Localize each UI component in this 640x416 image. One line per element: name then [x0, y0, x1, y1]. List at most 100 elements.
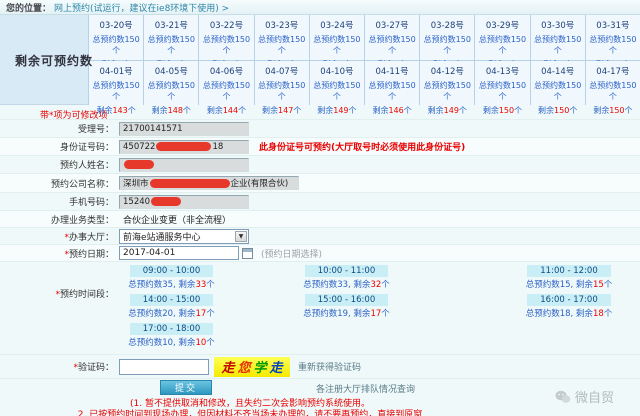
- id-card-value-prefix: 450722: [123, 142, 155, 152]
- calendar-day-cell[interactable]: 03-22号总预约数150个剩余0个: [199, 15, 253, 60]
- calendar-day-date: 04-06号: [199, 65, 253, 77]
- phone-field[interactable]: 15240: [119, 195, 249, 209]
- calendar-day-total: 总预约数150个: [255, 80, 309, 102]
- calendar-day-cell[interactable]: 03-31号总预约数150个剩余21个: [586, 15, 640, 60]
- captcha-char: 学: [254, 357, 267, 376]
- calendar-day-remaining: 剩余148个: [144, 105, 198, 116]
- redaction-mark: [156, 142, 211, 151]
- form-row-hall: *办事大厅： 前海e站通服务中心 ▼: [0, 227, 640, 244]
- remaining-count: 150: [609, 106, 624, 115]
- calendar-day-cell[interactable]: 04-01号总预约数150个剩余143个: [89, 61, 143, 106]
- calendar-day-cell[interactable]: 03-27号总预约数150个剩余0个: [365, 15, 419, 60]
- calendar-day-cell[interactable]: 03-29号总预约数150个剩余0个: [475, 15, 529, 60]
- calendar-day-cell[interactable]: 03-21号总预约数150个剩余0个: [144, 15, 198, 60]
- time-slot-remaining: 10: [195, 338, 206, 348]
- id-card-field[interactable]: 450722 18: [119, 140, 249, 154]
- captcha-refresh-link[interactable]: 重新获得验证码: [298, 360, 361, 373]
- hall-label: *办事大厅：: [0, 230, 114, 243]
- time-slot: 14:00 - 15:00总预约数20, 剩余17个: [114, 294, 229, 319]
- breadcrumb-prefix: 您的位置：: [6, 1, 51, 14]
- time-slot-button[interactable]: 11:00 - 12:00: [527, 265, 610, 277]
- calendar-day-date: 03-29号: [475, 19, 529, 31]
- chevron-down-icon[interactable]: ▼: [235, 231, 247, 242]
- date-input[interactable]: 2017-04-01: [119, 246, 239, 260]
- calendar-day-date: 03-24号: [310, 19, 364, 31]
- time-slot-info: 总预约数10, 剩余10个: [114, 336, 229, 348]
- time-slot-button[interactable]: 16:00 - 17:00: [527, 294, 610, 306]
- remaining-count: 146: [388, 106, 403, 115]
- form-row-company: 预约公司名称： 深圳市 企业(有限合伙): [0, 173, 640, 192]
- calendar-day-cell[interactable]: 03-23号总预约数150个剩余0个: [255, 15, 309, 60]
- id-card-note: 此身份证号可预约(大厅取号时必须使用此身份证号): [259, 140, 465, 153]
- time-slot-info: 总预约数33, 剩余32个: [229, 278, 464, 290]
- calendar-day-remaining: 剩余143个: [89, 105, 143, 116]
- time-slot-button[interactable]: 14:00 - 15:00: [130, 294, 213, 306]
- breadcrumb-link[interactable]: 网上预约(试运行，建议在ie8环境下使用) >: [54, 1, 229, 14]
- warning-note-line: (1. 暂不提供取消和修改，且失约二次会影响预约系统使用。: [0, 399, 500, 410]
- time-slot-button[interactable]: 17:00 - 18:00: [130, 323, 213, 335]
- company-label: 预约公司名称：: [0, 177, 114, 190]
- captcha-input[interactable]: [119, 359, 209, 375]
- calendar-day-total: 总预约数150个: [420, 34, 474, 56]
- warning-notes: (1. 暂不提供取消和修改，且失约二次会影响预约系统使用。2. 已按预约时间到现…: [0, 399, 500, 416]
- slots-label: *预约时间段：: [0, 265, 114, 300]
- calendar-day-total: 总预约数150个: [310, 80, 364, 102]
- calendar-day-cell[interactable]: 04-10号总预约数150个剩余149个: [310, 61, 364, 106]
- calendar-day-cell[interactable]: 03-24号总预约数150个剩余0个: [310, 15, 364, 60]
- remaining-count: 144: [223, 106, 238, 115]
- calendar-day-cell[interactable]: 04-12号总预约数150个剩余149个: [420, 61, 474, 106]
- calendar-day-cell[interactable]: 04-11号总预约数150个剩余146个: [365, 61, 419, 106]
- id-card-label: 身份证号码：: [0, 140, 114, 153]
- calendar-day-total: 总预约数150个: [365, 80, 419, 102]
- time-slot: 11:00 - 12:00总预约数15, 剩余15个: [464, 265, 640, 290]
- remaining-count: 150: [499, 106, 514, 115]
- redaction-mark: [150, 179, 230, 188]
- time-slot-info: 总预约数19, 剩余17个: [229, 307, 464, 319]
- calendar-day-cell[interactable]: 04-06号总预约数150个剩余144个: [199, 61, 253, 106]
- name-field[interactable]: [119, 158, 249, 172]
- calendar-day-total: 总预约数150个: [310, 34, 364, 56]
- captcha-char: 走: [221, 357, 234, 376]
- company-field[interactable]: 深圳市 企业(有限合伙): [119, 176, 299, 190]
- calendar-day-cell[interactable]: 04-05号总预约数150个剩余148个: [144, 61, 198, 106]
- calendar-day-cell[interactable]: 04-07号总预约数150个剩余147个: [255, 61, 309, 106]
- submit-button[interactable]: 提交: [160, 380, 212, 395]
- accept-no-field[interactable]: 21700141571: [119, 122, 249, 136]
- calendar-day-cell[interactable]: 03-30号总预约数150个剩余0个: [531, 15, 585, 60]
- calendar-day-cell[interactable]: 04-14号总预约数150个剩余150个: [531, 61, 585, 106]
- captcha-image[interactable]: 走您学走: [214, 357, 290, 377]
- redaction-mark: [124, 160, 154, 169]
- calendar-day-cell[interactable]: 03-20号总预约数150个剩余0个: [89, 15, 143, 60]
- appointment-page: 您的位置： 网上预约(试运行，建议在ie8环境下使用) > 剩余可预约数 03-…: [0, 0, 640, 416]
- name-label: 预约人姓名：: [0, 158, 114, 171]
- time-slot-info: 总预约数35, 剩余33个: [114, 278, 229, 290]
- calendar-day-total: 总预约数150个: [255, 34, 309, 56]
- calendar-day-cell[interactable]: 04-13号总预约数150个剩余150个: [475, 61, 529, 106]
- calendar-day-date: 04-12号: [420, 65, 474, 77]
- hall-select[interactable]: 前海e站通服务中心 ▼: [119, 229, 249, 244]
- time-slot-info: 总预约数18, 剩余18个: [464, 307, 640, 319]
- accept-no-label: 受理号：: [0, 122, 114, 135]
- calendar-day-cell[interactable]: 04-17号总预约数150个剩余150个: [586, 61, 640, 106]
- calendar-day-date: 03-20号: [89, 19, 143, 31]
- time-slot-button[interactable]: 10:00 - 11:00: [305, 265, 388, 277]
- calendar-day-total: 总预约数150个: [531, 34, 585, 56]
- time-slot-button[interactable]: 09:00 - 10:00: [130, 265, 213, 277]
- calendar-day-date: 03-22号: [199, 19, 253, 31]
- calendar-picker-icon[interactable]: [242, 248, 253, 259]
- time-slot-button[interactable]: 15:00 - 16:00: [305, 294, 388, 306]
- calendar-day-date: 04-14号: [531, 65, 585, 77]
- time-slot: 09:00 - 10:00总预约数35, 剩余33个: [114, 265, 229, 290]
- calendar-day-remaining: 剩余150个: [531, 105, 585, 116]
- hall-selected-value: 前海e站通服务中心: [123, 230, 201, 243]
- queue-status-link[interactable]: 各注册大厅排队情况查询: [316, 382, 415, 395]
- calendar-day-date: 03-27号: [365, 19, 419, 31]
- calendar-day-remaining: 剩余144个: [199, 105, 253, 116]
- time-slot-remaining: 32: [370, 280, 381, 290]
- calendar-day-date: 04-11号: [365, 65, 419, 77]
- calendar-day-total: 总预约数150个: [586, 80, 640, 102]
- calendar-day-cell[interactable]: 03-28号总预约数150个剩余0个: [420, 15, 474, 60]
- calendar-day-total: 总预约数150个: [199, 34, 253, 56]
- calendar-day-date: 04-10号: [310, 65, 364, 77]
- redaction-mark: [151, 197, 181, 206]
